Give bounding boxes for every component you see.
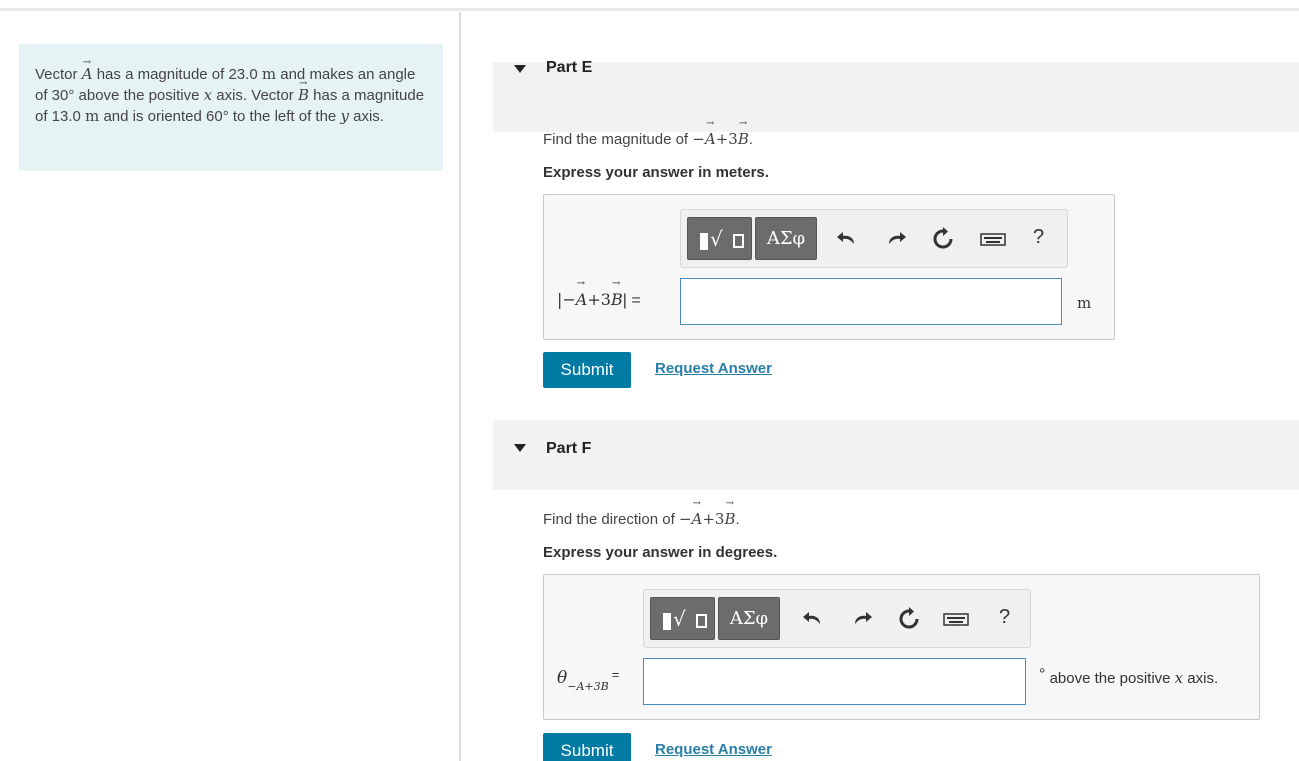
- prompt-math: +3: [715, 130, 738, 148]
- prompt-math: −: [678, 510, 692, 528]
- templates-box: [733, 234, 744, 248]
- part-f-answer-box: √ ΑΣφ ? θ−A+3B= ° above the positive x a…: [543, 574, 1260, 720]
- templates-box: [696, 614, 707, 628]
- part-e-submit-button[interactable]: Submit: [543, 352, 631, 388]
- part-e-equation-label: |−A+3B| =: [557, 278, 641, 310]
- radical-glyph: √: [673, 607, 686, 631]
- prompt-math: +3: [702, 510, 725, 528]
- x-symbol: x: [1174, 669, 1184, 687]
- equals-sign: =: [611, 667, 620, 682]
- part-f-unit: ° above the positive x axis.: [1039, 666, 1219, 688]
- collapse-caret-icon[interactable]: [514, 65, 526, 73]
- unit-symbol: m: [261, 65, 277, 83]
- undo-icon[interactable]: [800, 606, 826, 632]
- equation-math: +3: [587, 290, 611, 309]
- part-f-submit-button[interactable]: Submit: [543, 733, 631, 761]
- vector-a-symbol: A: [705, 118, 716, 148]
- vector-a-symbol: A: [692, 498, 703, 528]
- equation-math: |−: [557, 290, 576, 309]
- prompt-text: .: [748, 131, 754, 148]
- part-e-prompt: Find the magnitude of −A+3B.: [543, 118, 754, 148]
- part-e-unit: m: [1077, 294, 1092, 312]
- vector-b-symbol: B: [298, 73, 309, 106]
- prompt-math: −: [692, 130, 705, 148]
- intro-text: has a magnitude of 23.0: [92, 66, 262, 83]
- prompt-text: Find the magnitude of: [543, 131, 693, 148]
- templates-icon[interactable]: √: [650, 597, 715, 640]
- vector-b-symbol: B: [738, 118, 749, 148]
- help-icon[interactable]: ?: [1033, 226, 1044, 249]
- part-e-instructions: Express your answer in meters.: [543, 164, 769, 181]
- vector-b-symbol: B: [611, 278, 623, 309]
- magnitude-answer-input[interactable]: [680, 278, 1062, 325]
- vector-b-symbol: B: [724, 498, 735, 528]
- intro-text: and is oriented 60° to the left of the: [99, 108, 341, 125]
- part-f-equation-label: θ−A+3B=: [557, 667, 620, 693]
- templates-square: [700, 233, 708, 250]
- vector-a-symbol: A: [576, 278, 588, 309]
- unit-text: above the positive: [1049, 670, 1175, 687]
- reset-icon[interactable]: [896, 606, 922, 632]
- keyboard-icon[interactable]: [942, 606, 970, 632]
- equation-math: | =: [622, 292, 641, 309]
- degree-symbol: °: [1039, 666, 1046, 683]
- radical-glyph: √: [710, 227, 723, 251]
- part-e-answer-box: √ ΑΣφ ? |−A+3B| = m: [543, 194, 1115, 340]
- y-symbol: y: [340, 107, 349, 125]
- templates-square: [663, 613, 671, 630]
- part-f-title: Part F: [546, 440, 592, 457]
- part-f-header[interactable]: Part F: [493, 420, 1299, 490]
- intro-text: axis. Vector: [212, 87, 298, 104]
- part-f-prompt: Find the direction of −A+3B.: [543, 498, 740, 528]
- part-e-title: Part E: [546, 59, 593, 76]
- intro-text: axis.: [348, 108, 384, 125]
- part-e-header[interactable]: Part E: [493, 59, 1299, 132]
- help-icon[interactable]: ?: [999, 606, 1010, 629]
- problem-intro: Vector A has a magnitude of 23.0 m and m…: [19, 44, 443, 171]
- column-divider: [459, 12, 461, 761]
- part-e-math-toolbar: √ ΑΣφ ?: [680, 209, 1068, 268]
- redo-icon[interactable]: [849, 606, 875, 632]
- top-rule: [0, 8, 1299, 11]
- undo-icon[interactable]: [834, 226, 860, 252]
- part-f-math-toolbar: √ ΑΣφ ?: [643, 589, 1031, 648]
- theta-symbol: θ: [557, 668, 568, 688]
- symbols-icon[interactable]: ΑΣφ: [718, 597, 780, 640]
- collapse-caret-icon[interactable]: [514, 444, 526, 452]
- part-e-request-answer-link[interactable]: Request Answer: [655, 360, 772, 377]
- keyboard-icon[interactable]: [979, 226, 1007, 252]
- unit-symbol: m: [85, 107, 100, 125]
- intro-text: Vector: [35, 66, 82, 83]
- redo-icon[interactable]: [883, 226, 909, 252]
- reset-icon[interactable]: [930, 226, 956, 252]
- prompt-text: .: [735, 511, 740, 528]
- part-f-instructions: Express your answer in degrees.: [543, 544, 778, 561]
- x-symbol: x: [203, 86, 213, 104]
- symbols-icon[interactable]: ΑΣφ: [755, 217, 817, 260]
- part-f-request-answer-link[interactable]: Request Answer: [655, 741, 772, 758]
- theta-subscript: −A+3B: [567, 680, 609, 693]
- direction-answer-input[interactable]: [643, 658, 1026, 705]
- vector-a-symbol: A: [82, 52, 93, 85]
- templates-icon[interactable]: √: [687, 217, 752, 260]
- unit-text: axis.: [1183, 670, 1219, 687]
- prompt-text: Find the direction of: [543, 511, 679, 528]
